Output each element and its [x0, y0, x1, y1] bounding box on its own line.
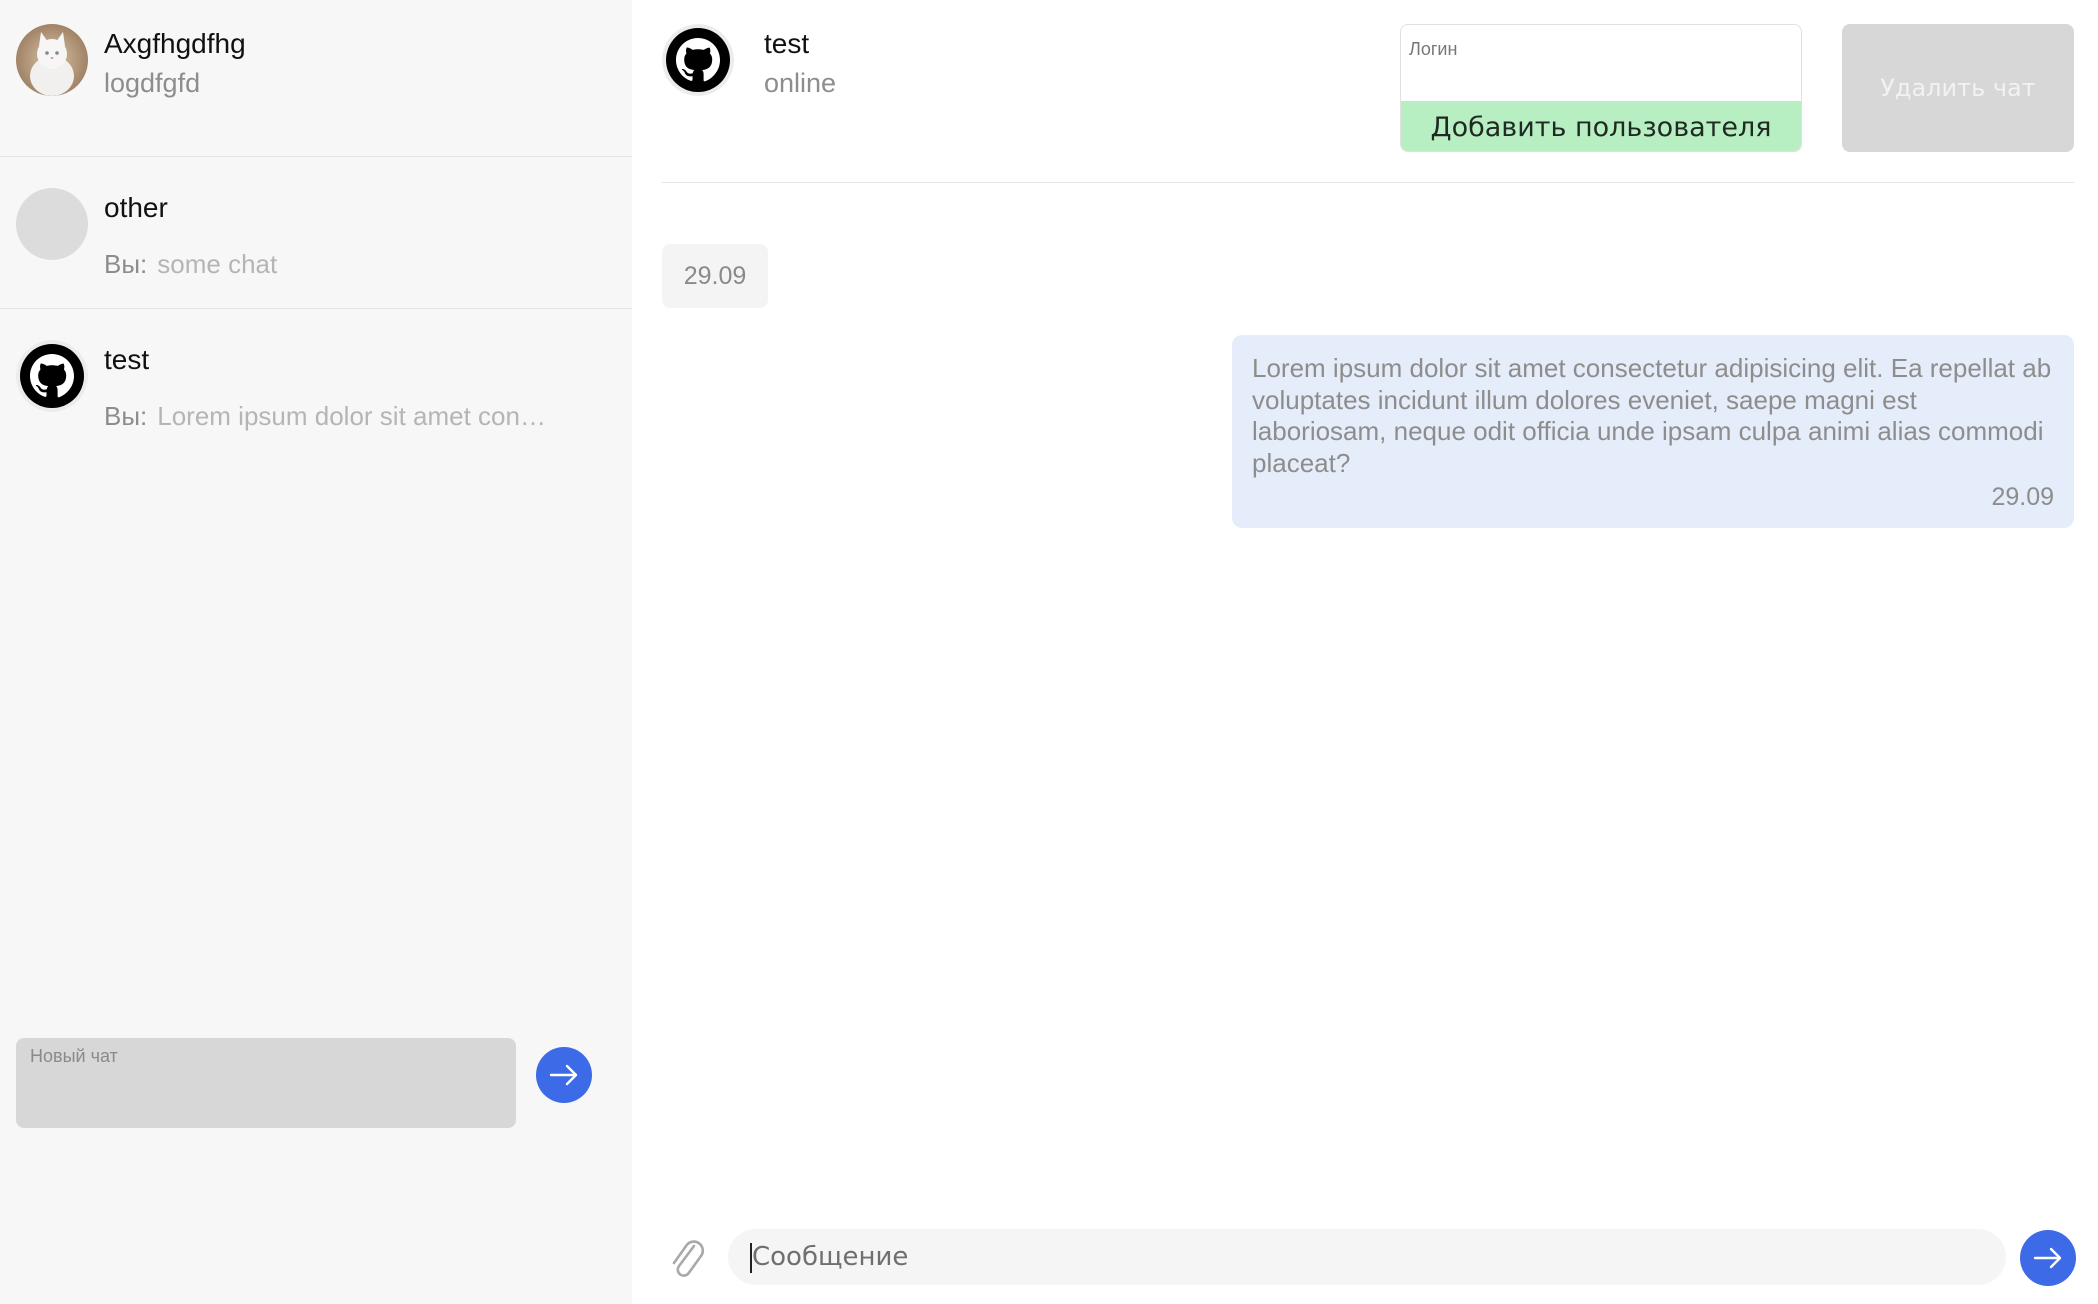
arrow-right-icon — [549, 1064, 578, 1086]
add-user-button[interactable]: Добавить пользователя — [1401, 101, 1801, 151]
chat-preview: Вы: some chat — [104, 249, 277, 280]
new-chat-placeholder: Новый чат — [30, 1046, 118, 1066]
github-icon — [662, 24, 734, 96]
arrow-right-icon — [2033, 1247, 2062, 1269]
chat-app: Axgfhgdfhg logdfgfd other Вы: some chat t… — [0, 0, 2098, 1304]
date-separator: 29.09 — [662, 244, 768, 308]
message-placeholder: Сообщение — [752, 1242, 909, 1272]
message-input[interactable]: Сообщение — [728, 1229, 2006, 1285]
chat-preview: Вы: Lorem ipsum dolor sit amet con… — [104, 401, 546, 432]
profile-name: Axgfhgdfhg — [104, 28, 246, 59]
delete-chat-button[interactable]: Удалить чат — [1842, 24, 2074, 152]
sidebar: Axgfhgdfhg logdfgfd other Вы: some chat t… — [0, 0, 632, 1304]
cat-photo-icon — [16, 24, 88, 96]
outgoing-message: Lorem ipsum dolor sit amet consectetur a… — [1232, 335, 2074, 528]
last-message-preview: some chat — [157, 249, 278, 279]
chat-avatar — [16, 340, 88, 412]
chat-header-status: online — [764, 68, 837, 98]
chat-title: test — [104, 344, 150, 375]
create-chat-button[interactable] — [536, 1047, 592, 1103]
chat-list-item-test[interactable]: test Вы: Lorem ipsum dolor sit amet con… — [0, 310, 632, 461]
chat-header-avatar — [662, 24, 734, 96]
add-user-form: Логин Добавить пользователя — [1400, 24, 1802, 152]
login-placeholder: Логин — [1409, 39, 1458, 59]
message-text: Lorem ipsum dolor sit amet consectetur a… — [1252, 353, 2052, 478]
chat-panel: test online — [632, 0, 2098, 1304]
github-icon — [16, 340, 88, 412]
profile-login: logdfgfd — [104, 68, 201, 98]
paperclip-icon — [672, 1240, 705, 1277]
chat-header-title: test — [764, 28, 810, 59]
attach-button[interactable] — [666, 1234, 706, 1282]
you-label: Вы: — [104, 249, 148, 279]
login-input[interactable]: Логин — [1401, 25, 1801, 101]
you-label: Вы: — [104, 401, 148, 431]
send-message-button[interactable] — [2020, 1230, 2076, 1286]
new-chat-input[interactable]: Новый чат — [16, 1038, 516, 1128]
chat-title: other — [104, 192, 168, 223]
chat-avatar-placeholder — [16, 188, 88, 260]
message-time: 29.09 — [1991, 483, 2054, 511]
user-profile[interactable]: Axgfhgdfhg logdfgfd — [0, 0, 632, 157]
user-avatar — [16, 24, 88, 96]
last-message-preview: Lorem ipsum dolor sit amet con… — [157, 401, 546, 431]
chat-list-item-other[interactable]: other Вы: some chat — [0, 158, 632, 309]
